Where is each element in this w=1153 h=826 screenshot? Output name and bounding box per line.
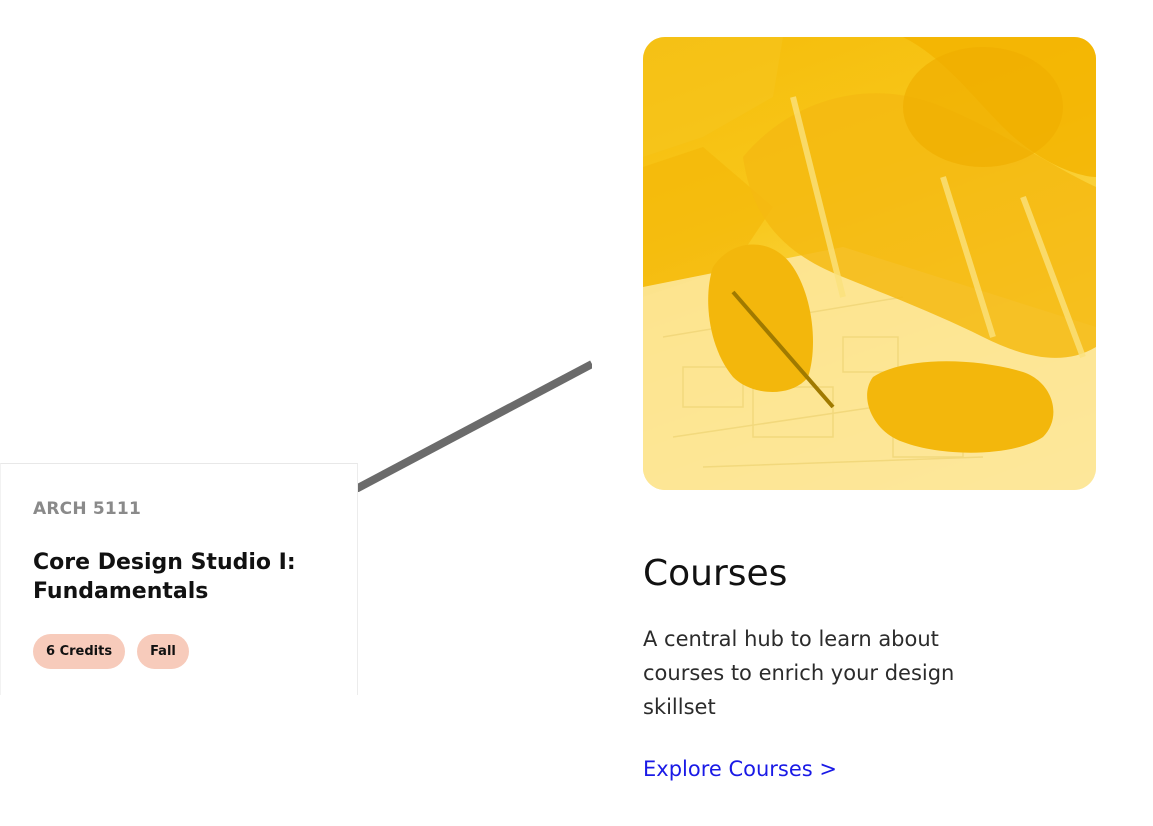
- term-tag: Fall: [137, 634, 189, 669]
- credits-tag: 6 Credits: [33, 634, 126, 669]
- course-tags: 6 Credits Fall: [33, 634, 189, 669]
- course-title: Core Design Studio I: Fundamentals: [33, 550, 296, 604]
- section-description: A central hub to learn about courses to …: [643, 627, 955, 719]
- course-card[interactable]: ARCH 5111 Core Design Studio I: Fundamen…: [0, 463, 358, 695]
- section-title: Courses: [643, 553, 788, 594]
- connector-line: [356, 360, 592, 492]
- courses-hero-image: [643, 37, 1096, 490]
- course-code: ARCH 5111: [33, 499, 141, 519]
- drafting-photo-illustration: [643, 37, 1096, 490]
- explore-courses-link[interactable]: Explore Courses >: [643, 757, 837, 781]
